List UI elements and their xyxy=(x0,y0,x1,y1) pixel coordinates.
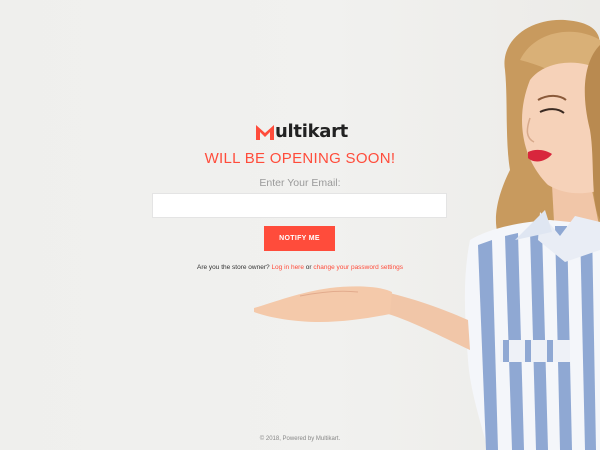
or-text: or xyxy=(305,264,312,271)
footer-copyright: © 2018, Powered by Multikart. xyxy=(259,436,341,442)
brand-logo: ultikart xyxy=(255,119,348,141)
password-settings-link[interactable]: change your password settings xyxy=(313,264,403,271)
notify-me-button[interactable]: NOTIFY ME xyxy=(264,226,335,251)
model-photo xyxy=(254,19,600,450)
email-input[interactable] xyxy=(152,193,447,218)
store-owner-line: Are you the store owner? Log in here or … xyxy=(150,264,450,271)
logo-text-part-2: kart xyxy=(307,121,349,142)
login-link[interactable]: Log in here xyxy=(271,264,304,271)
email-label: Enter Your Email: xyxy=(259,177,341,189)
logo-crown-icon xyxy=(256,125,274,140)
logo-text-part-1: ulti xyxy=(275,121,308,142)
owner-prompt: Are you the store owner? xyxy=(197,264,270,271)
logo-text: ultikart xyxy=(275,123,348,141)
opening-soon-heading: WILL BE OPENING SOON! xyxy=(204,150,396,167)
coming-soon-page: ultikart WILL BE OPENING SOON! Enter You… xyxy=(0,0,600,450)
